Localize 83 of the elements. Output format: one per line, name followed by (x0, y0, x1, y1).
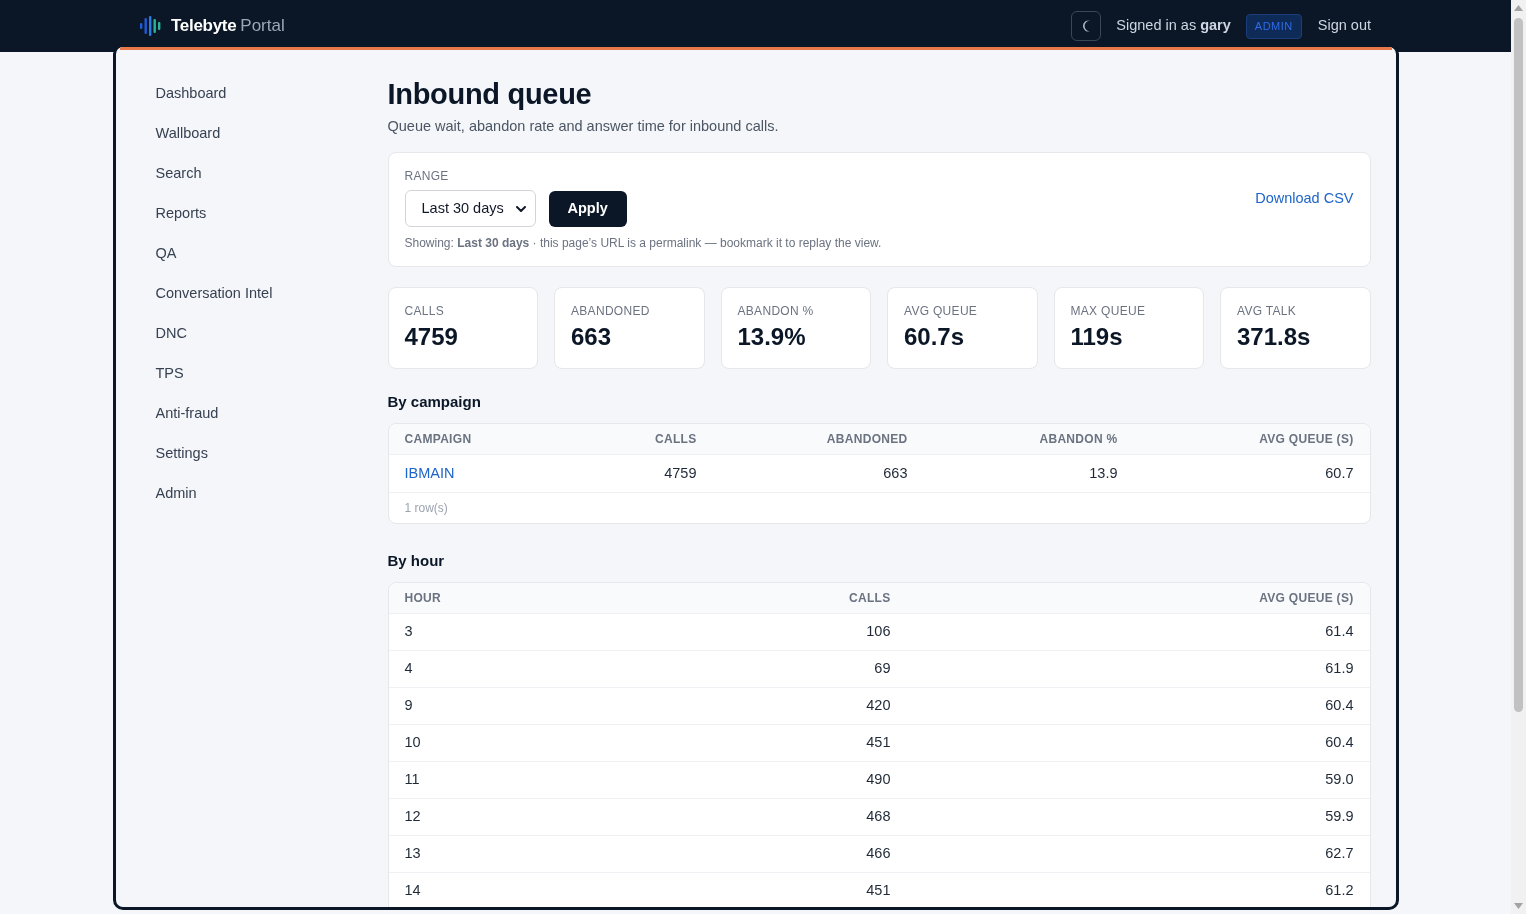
table-cell-text: 59.0 (1325, 770, 1354, 790)
table-cell-text: 60.4 (1325, 696, 1354, 716)
column-header: ABANDONED (826, 431, 908, 448)
column-header: CALLS (849, 590, 891, 607)
scroll-down-arrow-icon[interactable] (1514, 903, 1523, 909)
table-cell-text: 10 (404, 733, 421, 753)
table-cell-text: 420 (866, 696, 891, 716)
stat-value: 119s (1070, 322, 1123, 352)
sidebar-item[interactable]: Anti-fraud (155, 394, 219, 434)
stat-label: MAX QUEUE (1070, 303, 1146, 319)
stat-value: 4759 (404, 322, 458, 352)
column-header: CALLS (655, 431, 697, 448)
theme-toggle-button[interactable] (1071, 11, 1102, 41)
sidebar-item[interactable]: DNC (155, 314, 187, 354)
stat-label: ABANDON % (737, 303, 814, 319)
table-cell-text: 60.7 (1325, 463, 1354, 483)
table-cell-text: 4759 (664, 463, 697, 483)
table-cell-text: 60.4 (1325, 733, 1354, 753)
sign-out-link[interactable]: Sign out (1317, 15, 1371, 37)
scroll-up-arrow-icon[interactable] (1514, 5, 1523, 11)
range-select[interactable]: Last 30 days (404, 190, 536, 227)
table-cell-text: 61.2 (1325, 881, 1354, 901)
brand-suffix: Portal (240, 15, 285, 38)
table-cell-text: 490 (866, 770, 891, 790)
sidebar-item[interactable]: Admin (155, 474, 197, 514)
table-cell-text: 451 (866, 733, 891, 753)
table-cell-text: 13.9 (1089, 463, 1118, 483)
column-header: CAMPAIGN (404, 431, 472, 448)
moon-icon (1081, 20, 1091, 32)
table-cell-text: 62.7 (1325, 844, 1354, 864)
sidebar-item[interactable]: Wallboard (155, 114, 221, 154)
row-count: 1 row(s) (404, 500, 448, 517)
sidebar-item[interactable]: Search (155, 154, 202, 194)
sidebar-item[interactable]: Settings (155, 434, 208, 474)
table-cell-text: 61.9 (1325, 659, 1354, 679)
sidebar-item[interactable]: Conversation Intel (155, 274, 273, 314)
section-title: By hour (387, 551, 445, 571)
table-cell-text: 663 (883, 463, 908, 483)
table-cell-text: 106 (866, 622, 891, 642)
table-cell-text: 69 (874, 659, 891, 679)
stat-value: 663 (571, 322, 612, 352)
table-cell-text: 468 (866, 807, 891, 827)
sidebar-item[interactable]: TPS (155, 354, 184, 394)
campaign-link[interactable]: IBMAIN (404, 462, 455, 485)
column-header: AVG QUEUE (S) (1259, 431, 1354, 448)
table-cell-text: 59.9 (1325, 807, 1354, 827)
section-title: By campaign (387, 392, 481, 412)
table-cell-text: 451 (866, 881, 891, 901)
column-header: ABANDON % (1039, 431, 1118, 448)
page-title: Inbound queue (387, 77, 592, 112)
range-note: Showing: Last 30 days · this page’s URL is a permalink — bookmark it to replay the view. (404, 235, 882, 251)
column-header: AVG QUEUE (S) (1259, 590, 1354, 607)
column-header: HOUR (404, 590, 442, 607)
table-cell-text: 4 (404, 659, 413, 679)
table-cell-text: 14 (404, 881, 421, 901)
stat-value: 60.7s (904, 322, 965, 352)
stat-value: 371.8s (1237, 322, 1311, 352)
page-subtitle: Queue wait, abandon rate and answer time for inbound calls. (387, 117, 779, 136)
role-badge: ADMIN (1245, 13, 1302, 39)
table-cell-text: 3 (404, 622, 413, 642)
table-cell-text: 12 (404, 807, 421, 827)
table-cell-text: 61.4 (1325, 622, 1354, 642)
table-cell-text: 11 (404, 770, 420, 790)
logo-bars-icon (140, 16, 162, 36)
signed-in-text: Signed in as gary (1116, 16, 1231, 36)
stat-label: AVG QUEUE (904, 303, 978, 319)
scrollbar-thumb[interactable] (1514, 18, 1523, 712)
sidebar-item[interactable]: Reports (155, 194, 207, 234)
table-cell-text: 466 (866, 844, 891, 864)
download-csv-link[interactable]: Download CSV (1255, 188, 1354, 208)
scrollbar[interactable] (1511, 0, 1526, 914)
sidebar-item[interactable]: QA (155, 234, 177, 274)
stat-label: ABANDONED (571, 303, 650, 319)
brand-name: Telebyte (171, 15, 237, 38)
table-cell-text: 13 (404, 844, 421, 864)
stat-label: CALLS (404, 303, 445, 319)
stat-value: 13.9% (737, 322, 806, 352)
table-cell-text: 9 (404, 696, 413, 716)
sidebar-item[interactable]: Dashboard (155, 74, 227, 114)
range-label: RANGE (404, 168, 449, 184)
apply-button[interactable]: Apply (548, 190, 627, 227)
chevron-down-icon (515, 205, 526, 212)
stat-label: AVG TALK (1237, 303, 1297, 319)
